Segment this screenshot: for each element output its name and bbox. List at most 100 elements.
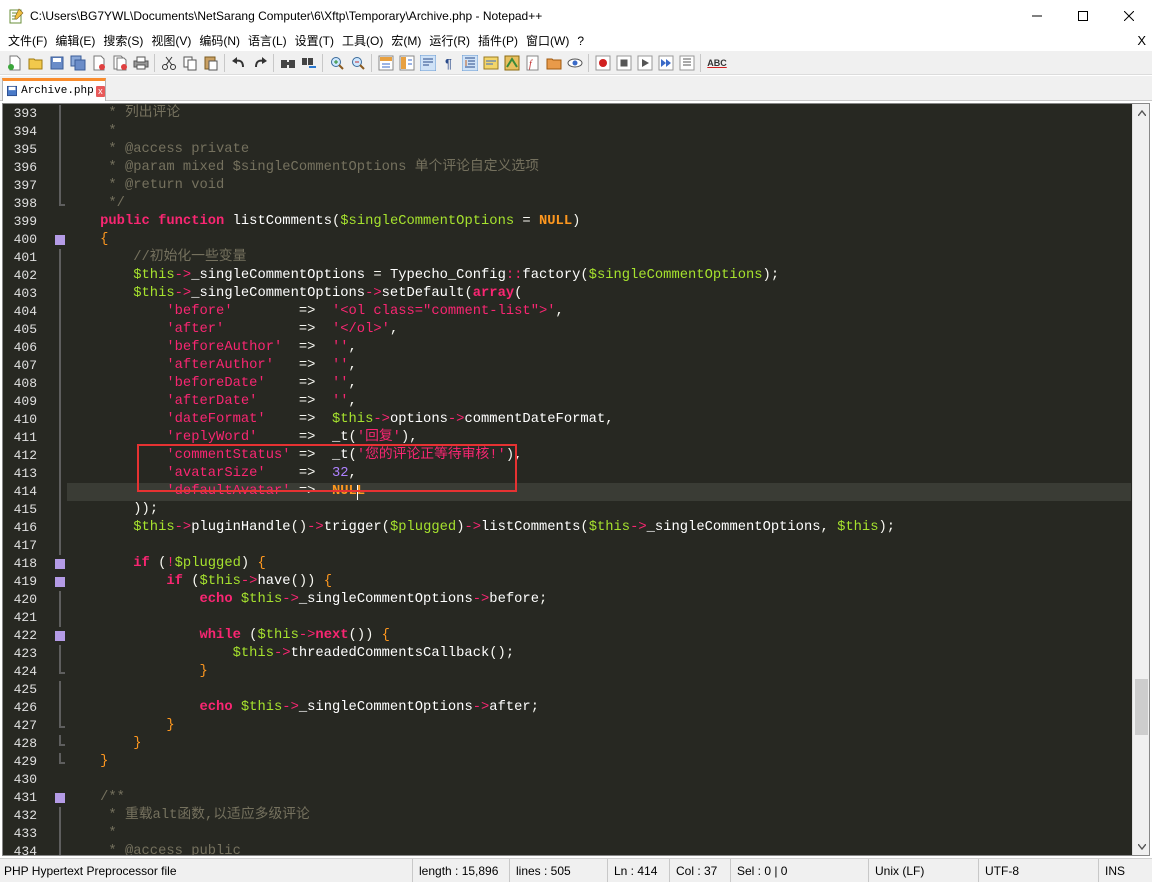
redo-icon[interactable] bbox=[251, 54, 268, 71]
code-line[interactable]: 429 } bbox=[3, 753, 1149, 771]
code-line[interactable]: 421 bbox=[3, 609, 1149, 627]
code-text[interactable]: } bbox=[67, 663, 207, 681]
code-text[interactable]: 'afterAuthor' => '', bbox=[67, 357, 356, 375]
open-file-icon[interactable] bbox=[27, 54, 44, 71]
menu-search[interactable]: 搜索(S) bbox=[99, 31, 147, 51]
code-line[interactable]: 395 * @access private bbox=[3, 141, 1149, 159]
menu-settings[interactable]: 设置(T) bbox=[291, 31, 338, 51]
code-line[interactable]: 405 'after' => '</ol>', bbox=[3, 321, 1149, 339]
code-text[interactable]: */ bbox=[67, 195, 125, 213]
show-all-chars-icon[interactable]: ¶ bbox=[440, 54, 457, 71]
code-line[interactable]: 424 } bbox=[3, 663, 1149, 681]
code-text[interactable]: { bbox=[67, 231, 108, 249]
code-line[interactable]: 428 } bbox=[3, 735, 1149, 753]
code-text[interactable]: } bbox=[67, 753, 108, 771]
vertical-scrollbar[interactable] bbox=[1132, 104, 1149, 855]
code-line[interactable]: 397 * @return void bbox=[3, 177, 1149, 195]
code-text[interactable]: * 列出评论 bbox=[67, 105, 180, 123]
code-text[interactable]: $this->pluginHandle()->trigger($plugged)… bbox=[67, 519, 895, 537]
code-line[interactable]: 403 $this->_singleCommentOptions->setDef… bbox=[3, 285, 1149, 303]
menu-macro[interactable]: 宏(M) bbox=[387, 31, 425, 51]
code-text[interactable]: * 重载alt函数,以适应多级评论 bbox=[67, 807, 309, 825]
code-text[interactable]: 'avatarSize' => 32, bbox=[67, 465, 356, 483]
code-text[interactable]: 'replyWord' => _t('回复'), bbox=[67, 429, 417, 447]
code-line[interactable]: 419 if ($this->have()) { bbox=[3, 573, 1149, 591]
spell-check-icon[interactable]: ABC bbox=[706, 54, 728, 71]
menu-plugins[interactable]: 插件(P) bbox=[474, 31, 522, 51]
code-line[interactable]: 394 * bbox=[3, 123, 1149, 141]
sync-vertical-icon[interactable] bbox=[377, 54, 394, 71]
code-text[interactable]: } bbox=[67, 717, 174, 735]
code-text[interactable]: $this->_singleCommentOptions->setDefault… bbox=[67, 285, 522, 303]
save-icon[interactable] bbox=[48, 54, 65, 71]
scrollbar-thumb[interactable] bbox=[1135, 679, 1148, 735]
save-macro-icon[interactable] bbox=[678, 54, 695, 71]
menu-view[interactable]: 视图(V) bbox=[147, 31, 195, 51]
code-text[interactable]: * @return void bbox=[67, 177, 224, 195]
fold-toggle-icon[interactable] bbox=[55, 559, 65, 569]
code-text[interactable]: )); bbox=[67, 501, 158, 519]
code-line[interactable]: 398 */ bbox=[3, 195, 1149, 213]
fold-toggle-icon[interactable] bbox=[55, 631, 65, 641]
code-line[interactable]: 414 'defaultAvatar' => NULL bbox=[14, 483, 1131, 501]
code-text[interactable]: * @access public bbox=[67, 843, 240, 855]
word-wrap-icon[interactable] bbox=[419, 54, 436, 71]
code-text[interactable]: 'commentStatus' => _t('您的评论正等待审核!'), bbox=[67, 447, 522, 465]
code-text[interactable]: * @param mixed $singleCommentOptions 单个评… bbox=[67, 159, 539, 177]
code-text[interactable]: $this->_singleCommentOptions = Typecho_C… bbox=[67, 267, 779, 285]
code-text[interactable]: 'beforeDate' => '', bbox=[67, 375, 356, 393]
code-line[interactable]: 400 { bbox=[3, 231, 1149, 249]
code-text[interactable]: } bbox=[67, 735, 141, 753]
monitoring-icon[interactable] bbox=[566, 54, 583, 71]
code-line[interactable]: 401 //初始化一些变量 bbox=[3, 249, 1149, 267]
fold-toggle-icon[interactable] bbox=[55, 577, 65, 587]
code-line[interactable]: 431 /** bbox=[3, 789, 1149, 807]
code-line[interactable]: 425 bbox=[3, 681, 1149, 699]
scroll-up-icon[interactable] bbox=[1133, 104, 1149, 121]
close-all-icon[interactable] bbox=[111, 54, 128, 71]
maximize-button[interactable] bbox=[1060, 0, 1106, 31]
record-macro-icon[interactable] bbox=[594, 54, 611, 71]
minimize-button[interactable] bbox=[1014, 0, 1060, 31]
code-line[interactable]: 399 public function listComments($single… bbox=[3, 213, 1149, 231]
fold-toggle-icon[interactable] bbox=[55, 793, 65, 803]
code-line[interactable]: 404 'before' => '<ol class="comment-list… bbox=[3, 303, 1149, 321]
code-line[interactable]: 415 )); bbox=[3, 501, 1149, 519]
code-text[interactable]: while ($this->next()) { bbox=[67, 627, 389, 645]
udl-icon[interactable] bbox=[482, 54, 499, 71]
code-line[interactable]: 427 } bbox=[3, 717, 1149, 735]
fold-toggle-icon[interactable] bbox=[55, 235, 65, 245]
zoom-in-icon[interactable] bbox=[328, 54, 345, 71]
folder-workspace-icon[interactable] bbox=[545, 54, 562, 71]
code-line[interactable]: 433 * bbox=[3, 825, 1149, 843]
menu-window[interactable]: 窗口(W) bbox=[522, 31, 573, 51]
code-line[interactable]: 432 * 重载alt函数,以适应多级评论 bbox=[3, 807, 1149, 825]
code-text[interactable]: public function listComments($singleComm… bbox=[67, 213, 580, 231]
code-line[interactable]: 420 echo $this->_singleCommentOptions->b… bbox=[3, 591, 1149, 609]
cut-icon[interactable] bbox=[160, 54, 177, 71]
code-line[interactable]: 408 'beforeDate' => '', bbox=[3, 375, 1149, 393]
code-text[interactable]: if ($this->have()) { bbox=[67, 573, 332, 591]
code-line[interactable]: 393 * 列出评论 bbox=[3, 105, 1149, 123]
find-icon[interactable] bbox=[279, 54, 296, 71]
doc-map-icon[interactable] bbox=[503, 54, 520, 71]
indent-guide-icon[interactable] bbox=[461, 54, 478, 71]
close-button[interactable] bbox=[1106, 0, 1152, 31]
code-text[interactable]: /** bbox=[67, 789, 125, 807]
code-line[interactable]: 410 'dateFormat' => $this->options->comm… bbox=[3, 411, 1149, 429]
code-text[interactable]: 'defaultAvatar' => NULL bbox=[67, 483, 365, 501]
code-text[interactable]: 'before' => '<ol class="comment-list">', bbox=[67, 303, 563, 321]
code-line[interactable]: 417 bbox=[3, 537, 1149, 555]
run-macro-multiple-icon[interactable] bbox=[657, 54, 674, 71]
code-text[interactable]: * bbox=[67, 123, 116, 141]
menu-language[interactable]: 语言(L) bbox=[244, 31, 291, 51]
tab-archive-php[interactable]: Archive.php x bbox=[2, 78, 106, 101]
menu-edit[interactable]: 编辑(E) bbox=[51, 31, 99, 51]
menu-file[interactable]: 文件(F) bbox=[4, 31, 51, 51]
save-all-icon[interactable] bbox=[69, 54, 86, 71]
code-line[interactable]: 411 'replyWord' => _t('回复'), bbox=[3, 429, 1149, 447]
code-text[interactable]: //初始化一些变量 bbox=[67, 249, 246, 267]
print-icon[interactable] bbox=[132, 54, 149, 71]
code-line[interactable]: 434 * @access public bbox=[3, 843, 1149, 855]
code-line[interactable]: 396 * @param mixed $singleCommentOptions… bbox=[3, 159, 1149, 177]
